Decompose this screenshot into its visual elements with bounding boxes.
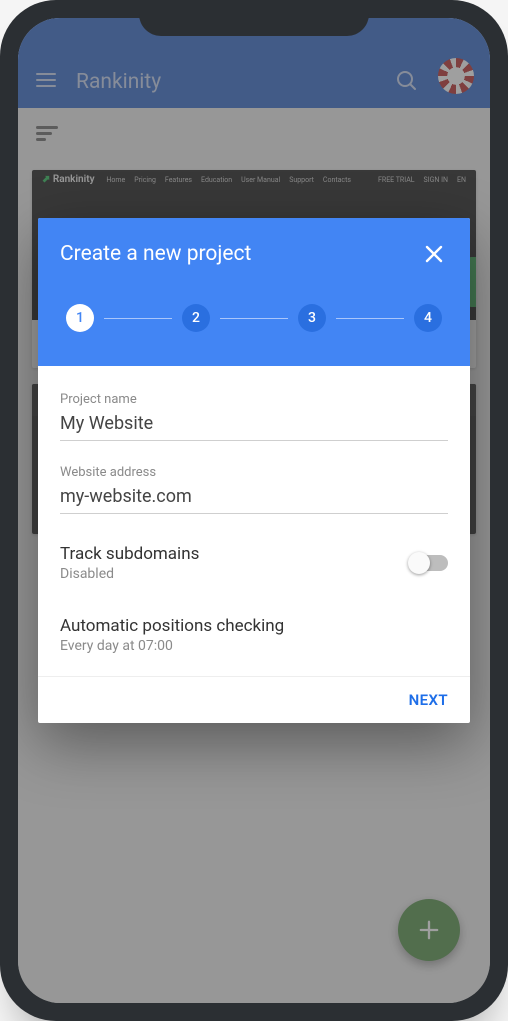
create-project-dialog: Create a new project 1 2 3 4 Pr	[38, 218, 470, 723]
project-name-label: Project name	[60, 392, 448, 407]
phone-frame: Rankinity Rankinity Home Pricing Feature…	[0, 0, 508, 1021]
step-3[interactable]: 3	[298, 304, 326, 332]
toggle-knob	[408, 552, 430, 574]
step-connector	[104, 318, 172, 319]
step-connector	[220, 318, 288, 319]
close-icon	[422, 242, 446, 266]
auto-check-row[interactable]: Automatic positions checking Every day a…	[60, 610, 448, 668]
step-2[interactable]: 2	[182, 304, 210, 332]
track-subdomains-toggle[interactable]	[410, 555, 448, 571]
auto-check-status: Every day at 07:00	[60, 638, 448, 654]
dialog-actions: NEXT	[38, 676, 470, 723]
website-address-label: Website address	[60, 465, 448, 480]
phone-notch	[139, 0, 369, 36]
step-connector	[336, 318, 404, 319]
step-4[interactable]: 4	[414, 304, 442, 332]
dialog-close-button[interactable]	[420, 240, 448, 268]
project-name-input[interactable]	[60, 411, 448, 441]
dialog-title: Create a new project	[60, 242, 251, 266]
track-subdomains-row[interactable]: Track subdomains Disabled	[60, 538, 448, 596]
website-address-input[interactable]	[60, 484, 448, 514]
auto-check-title: Automatic positions checking	[60, 616, 448, 636]
dialog-header: Create a new project 1 2 3 4	[38, 218, 470, 366]
track-subdomains-status: Disabled	[60, 566, 199, 582]
step-1[interactable]: 1	[66, 304, 94, 332]
dialog-body: Project name Website address Track subdo…	[38, 366, 470, 676]
project-name-field: Project name	[60, 392, 448, 441]
website-address-field: Website address	[60, 465, 448, 514]
screen: Rankinity Rankinity Home Pricing Feature…	[18, 18, 490, 1003]
track-subdomains-title: Track subdomains	[60, 544, 199, 564]
stepper: 1 2 3 4	[60, 304, 448, 332]
next-button[interactable]: NEXT	[409, 691, 448, 709]
